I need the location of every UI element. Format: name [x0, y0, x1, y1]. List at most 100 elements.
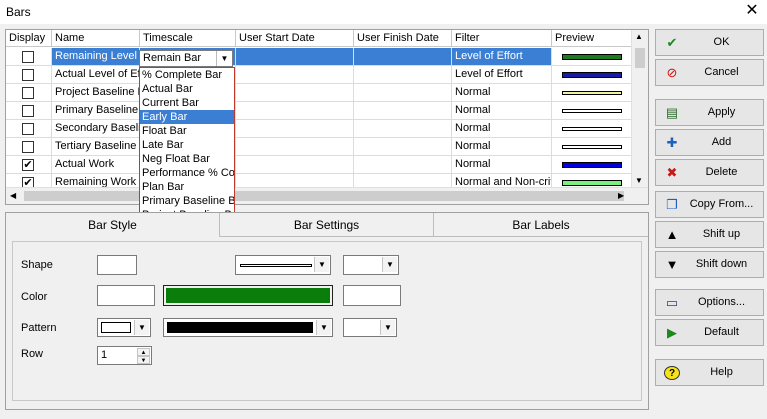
user-finish-date-cell[interactable] — [354, 120, 452, 138]
col-header-filter[interactable]: Filter — [452, 30, 552, 47]
display-checkbox[interactable] — [22, 123, 34, 135]
timescale-option[interactable]: % Complete Bar — [140, 68, 234, 82]
display-cell[interactable] — [6, 120, 52, 138]
chevron-down-icon[interactable]: ▼ — [382, 257, 397, 272]
name-cell[interactable]: Tertiary Baseline Bar — [52, 138, 140, 156]
filter-cell[interactable]: Level of Effort — [452, 48, 552, 66]
user-finish-date-cell[interactable] — [354, 84, 452, 102]
filter-cell[interactable]: Normal — [452, 138, 552, 156]
horizontal-scrollbar[interactable]: ◀ ▶ — [6, 187, 648, 204]
name-cell[interactable]: Project Baseline Bar — [52, 84, 140, 102]
table-row[interactable]: Actual Level of Effort Level of Effort — [6, 66, 632, 84]
vertical-scrollbar[interactable]: ▲ ▼ — [631, 30, 648, 188]
timescale-select[interactable]: Remain Bar ▼ — [139, 50, 233, 67]
display-cell[interactable] — [6, 66, 52, 84]
preview-cell[interactable] — [552, 156, 632, 174]
chevron-down-icon[interactable]: ▼ — [314, 257, 329, 272]
scroll-right-icon[interactable]: ▶ — [618, 191, 624, 200]
cancel-button[interactable]: ⊘ Cancel — [655, 59, 764, 86]
display-checkbox[interactable]: ✔ — [22, 159, 34, 171]
display-cell[interactable] — [6, 102, 52, 120]
start-shape-select[interactable] — [97, 255, 137, 275]
name-cell[interactable]: Primary Baseline Bar — [52, 102, 140, 120]
display-checkbox[interactable] — [22, 51, 34, 63]
table-row[interactable]: Tertiary Baseline Bar Normal — [6, 138, 632, 156]
scroll-thumb[interactable] — [635, 48, 645, 68]
chevron-down-icon[interactable]: ▼ — [216, 51, 232, 66]
default-button[interactable]: ▶ Default — [655, 319, 764, 346]
timescale-option[interactable]: Float Bar — [140, 124, 234, 138]
user-finish-date-cell[interactable] — [354, 48, 452, 66]
start-pattern-select[interactable]: ▼ — [97, 318, 151, 337]
name-cell[interactable]: Actual Level of Effort — [52, 66, 140, 84]
timescale-option[interactable]: Primary Baseline Bar — [140, 194, 234, 208]
table-row[interactable]: ✔ Actual Work Normal — [6, 156, 632, 174]
preview-cell[interactable] — [552, 120, 632, 138]
user-start-date-cell[interactable] — [236, 48, 354, 66]
chevron-down-icon[interactable]: ▼ — [316, 320, 331, 335]
user-start-date-cell[interactable] — [236, 120, 354, 138]
name-cell[interactable]: Secondary Baseline Bar — [52, 120, 140, 138]
filter-cell[interactable]: Normal — [452, 84, 552, 102]
copy-from-button[interactable]: ❐ Copy From... — [655, 191, 764, 218]
user-start-date-cell[interactable] — [236, 66, 354, 84]
col-header-name[interactable]: Name — [52, 30, 140, 47]
add-button[interactable]: ✚ Add — [655, 129, 764, 156]
display-cell[interactable]: ✔ — [6, 156, 52, 174]
timescale-option[interactable]: Neg Float Bar — [140, 152, 234, 166]
tab-bar-labels[interactable]: Bar Labels — [434, 213, 648, 237]
middle-color-swatch[interactable] — [163, 285, 333, 306]
display-cell[interactable] — [6, 138, 52, 156]
middle-shape-select[interactable]: ▼ — [235, 255, 331, 275]
filter-cell[interactable]: Normal — [452, 156, 552, 174]
close-icon[interactable]: ✕ — [741, 1, 763, 21]
spin-down-icon[interactable]: ▼ — [137, 356, 150, 364]
table-row[interactable]: Remaining Level of Effort Level of Effort — [6, 48, 632, 66]
user-start-date-cell[interactable] — [236, 84, 354, 102]
row-spinner[interactable]: 1 ▲ ▼ — [97, 346, 152, 365]
display-checkbox[interactable] — [22, 87, 34, 99]
preview-cell[interactable] — [552, 84, 632, 102]
filter-cell[interactable]: Level of Effort — [452, 66, 552, 84]
col-header-user-start-date[interactable]: User Start Date — [236, 30, 354, 47]
shift-down-button[interactable]: ▼ Shift down — [655, 251, 764, 278]
timescale-option[interactable]: Early Bar — [140, 110, 234, 124]
timescale-option[interactable]: Actual Bar — [140, 82, 234, 96]
user-finish-date-cell[interactable] — [354, 102, 452, 120]
display-cell[interactable] — [6, 84, 52, 102]
options-button[interactable]: ▭ Options... — [655, 289, 764, 316]
start-color-swatch[interactable] — [97, 285, 155, 306]
preview-cell[interactable] — [552, 66, 632, 84]
display-cell[interactable] — [6, 48, 52, 66]
end-shape-select[interactable]: ▼ — [343, 255, 399, 275]
apply-button[interactable]: ▤ Apply — [655, 99, 764, 126]
timescale-option[interactable]: Current Bar — [140, 96, 234, 110]
preview-cell[interactable] — [552, 138, 632, 156]
spin-up-icon[interactable]: ▲ — [137, 348, 150, 356]
user-finish-date-cell[interactable] — [354, 138, 452, 156]
table-row[interactable]: Primary Baseline Bar Normal — [6, 102, 632, 120]
end-pattern-select[interactable]: ▼ — [343, 318, 397, 337]
ok-button[interactable]: ✔ OK — [655, 29, 764, 56]
help-button[interactable]: ? Help — [655, 359, 764, 386]
name-cell[interactable]: Actual Work — [52, 156, 140, 174]
display-checkbox[interactable] — [22, 105, 34, 117]
user-start-date-cell[interactable] — [236, 102, 354, 120]
user-finish-date-cell[interactable] — [354, 66, 452, 84]
filter-cell[interactable]: Normal — [452, 102, 552, 120]
user-start-date-cell[interactable] — [236, 156, 354, 174]
col-header-user-finish-date[interactable]: User Finish Date — [354, 30, 452, 47]
col-header-display[interactable]: Display — [6, 30, 52, 47]
user-finish-date-cell[interactable] — [354, 156, 452, 174]
timescale-option[interactable]: Plan Bar — [140, 180, 234, 194]
user-start-date-cell[interactable] — [236, 138, 354, 156]
tab-bar-style[interactable]: Bar Style — [6, 213, 220, 237]
name-cell[interactable]: Remaining Level of Effort — [52, 48, 140, 66]
scroll-up-icon[interactable]: ▲ — [635, 32, 643, 41]
timescale-option[interactable]: Performance % Complete — [140, 166, 234, 180]
timescale-option[interactable]: Late Bar — [140, 138, 234, 152]
shift-up-button[interactable]: ▲ Shift up — [655, 221, 764, 248]
col-header-preview[interactable]: Preview — [552, 30, 632, 47]
middle-pattern-select[interactable]: ▼ — [163, 318, 333, 337]
chevron-down-icon[interactable]: ▼ — [134, 320, 149, 335]
